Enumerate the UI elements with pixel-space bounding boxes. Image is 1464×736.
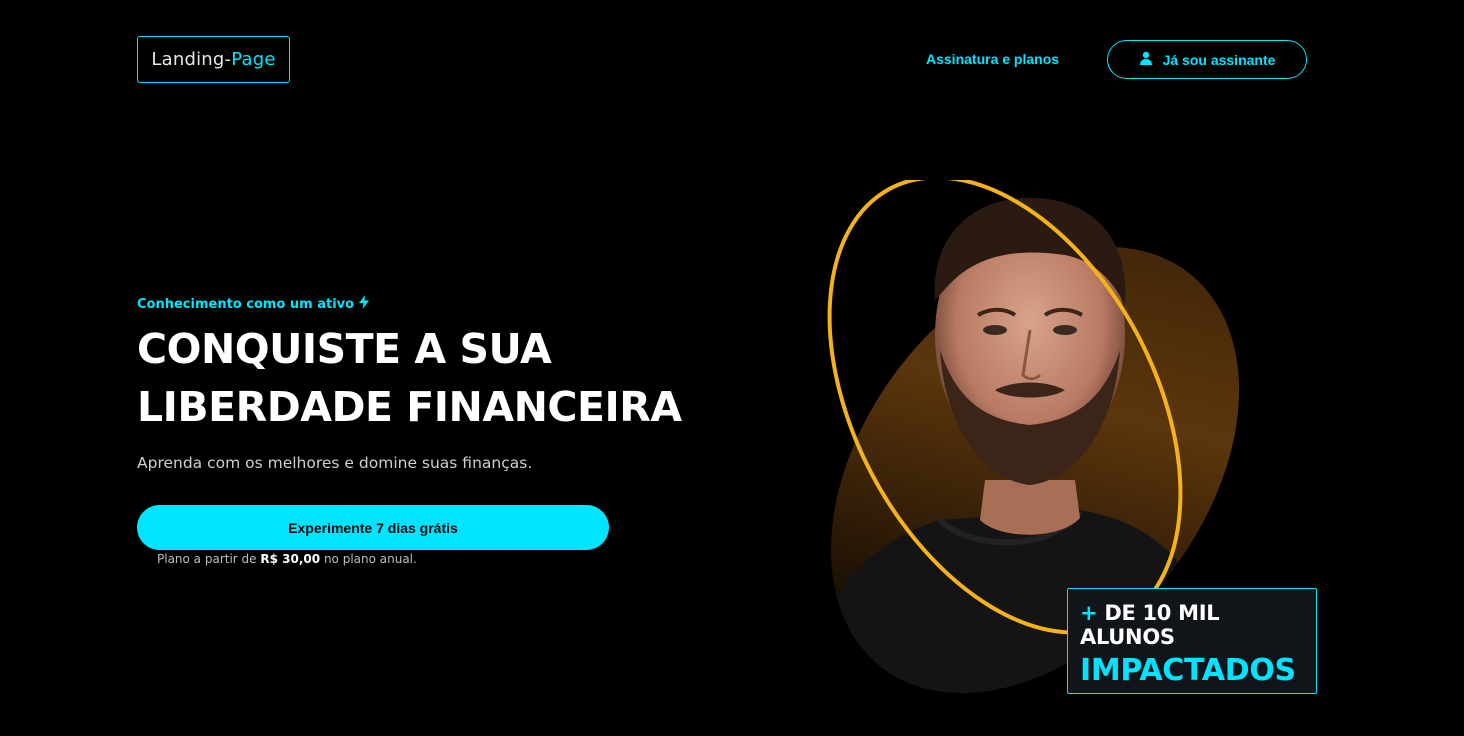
badge-line-1-text: DE 10 MIL ALUNOS bbox=[1080, 601, 1220, 649]
landing-page: Landing- Page Assinatura e planos Já sou … bbox=[0, 0, 1464, 736]
eyebrow-text: Conhecimento como um ativo bbox=[137, 296, 355, 312]
logo[interactable]: Landing- Page bbox=[137, 36, 290, 83]
price-note: Plano a partir de R$ 30,00 no plano anua… bbox=[157, 552, 417, 566]
logo-accent-text: Page bbox=[231, 49, 276, 70]
headline-line-2: LIBERDADE FINANCEIRA bbox=[137, 383, 682, 431]
price-prefix: Plano a partir de bbox=[157, 552, 257, 566]
badge-plus: + bbox=[1080, 601, 1098, 625]
price-suffix: no plano anual. bbox=[323, 552, 417, 566]
trial-cta-button[interactable]: Experimente 7 dias grátis bbox=[137, 505, 609, 550]
price-value: R$ 30,00 bbox=[260, 552, 321, 566]
badge-line-1: + DE 10 MIL ALUNOS bbox=[1080, 601, 1316, 649]
badge-line-2: IMPACTADOS bbox=[1080, 653, 1296, 688]
login-button-label: Já sou assinante bbox=[1162, 51, 1276, 68]
hero-subtitle: Aprenda com os melhores e domine suas fi… bbox=[137, 454, 533, 472]
nav-link-plans[interactable]: Assinatura e planos bbox=[926, 51, 1059, 67]
headline-line-1: CONQUISTE A SUA bbox=[137, 325, 552, 373]
students-badge: + DE 10 MIL ALUNOS IMPACTADOS bbox=[1067, 588, 1317, 694]
logo-text: Landing- bbox=[151, 49, 232, 70]
lightning-icon bbox=[358, 295, 370, 313]
hero-eyebrow: Conhecimento como um ativo bbox=[137, 295, 370, 313]
user-icon bbox=[1139, 51, 1153, 68]
login-button[interactable]: Já sou assinante bbox=[1107, 40, 1307, 79]
hero-headline: CONQUISTE A SUA LIBERDADE FINANCEIRA bbox=[137, 320, 682, 436]
